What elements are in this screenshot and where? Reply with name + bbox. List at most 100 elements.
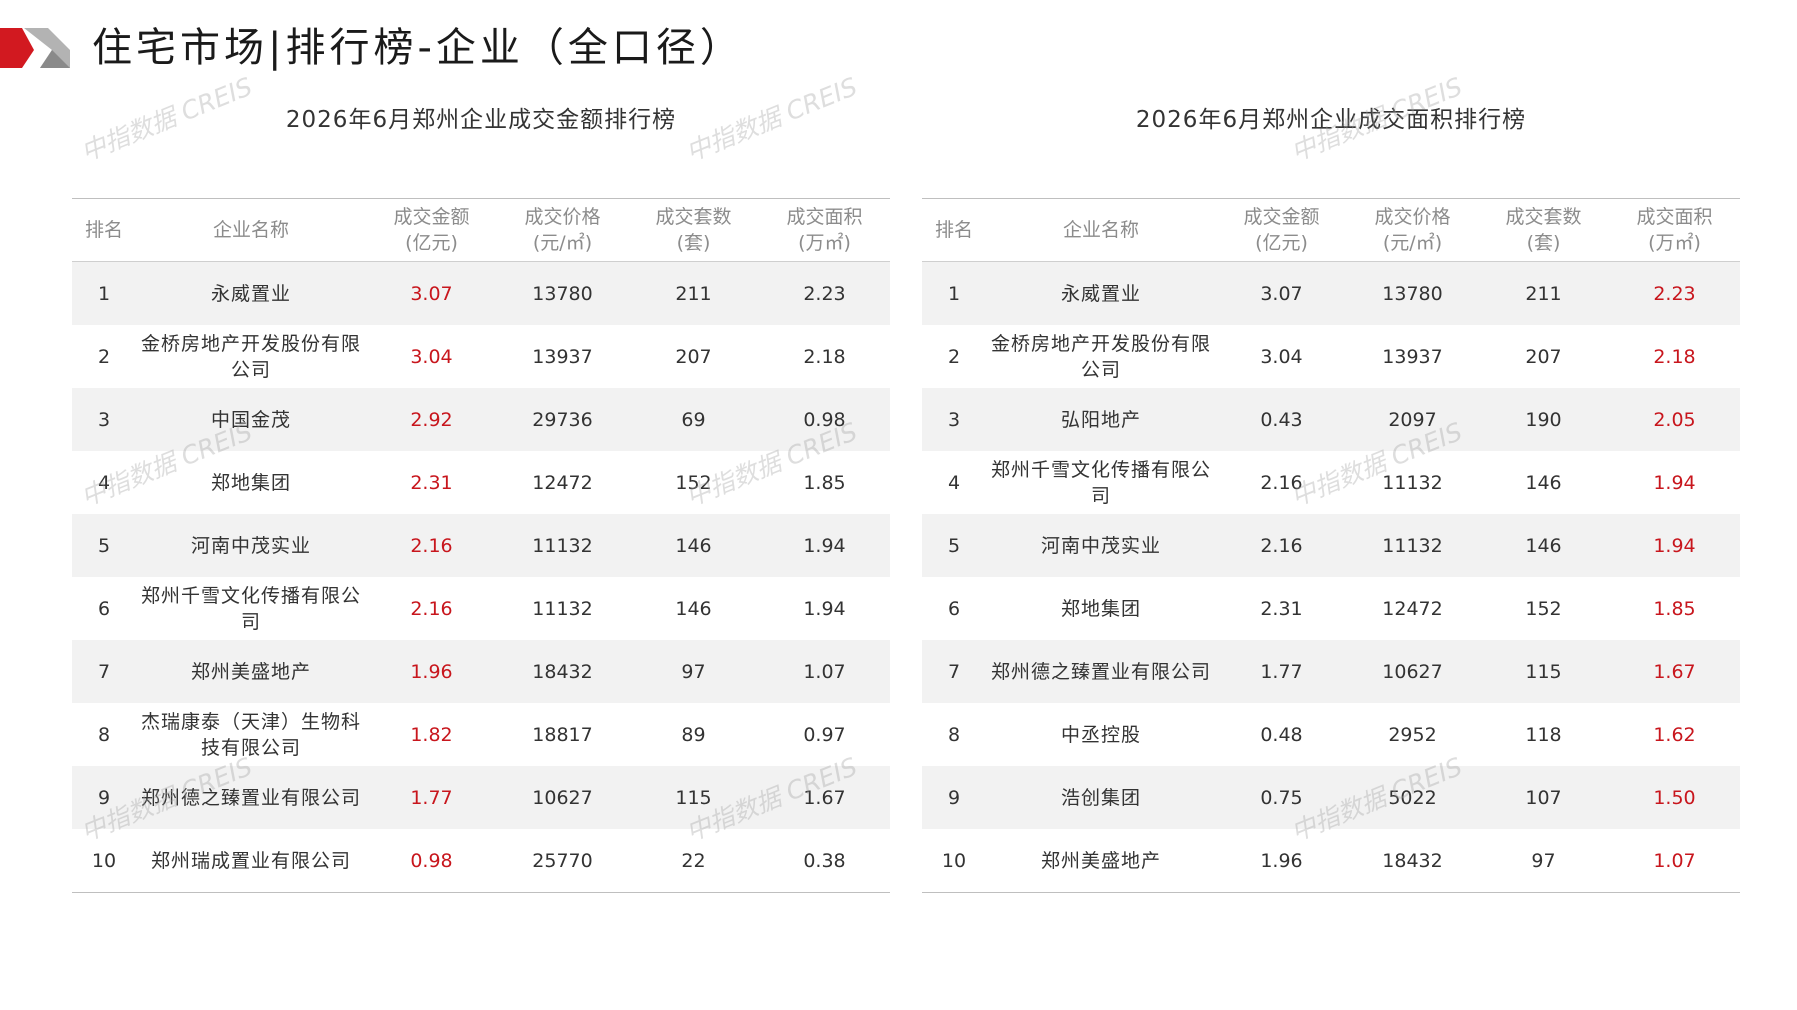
col-area-header: 成交面积 (万㎡)	[1609, 198, 1740, 262]
cell-amount: 2.92	[366, 388, 497, 451]
cell-rank: 8	[947, 723, 961, 746]
cell-price: 25770	[532, 849, 593, 872]
table-row: 2 金桥房地产开发股份有限公司 3.04 13937 207 2.18	[922, 325, 1740, 388]
cell-name: 中丞控股	[1060, 723, 1141, 746]
table-body: 1 永威置业 3.07 13780 211 2.23 2 金桥房地产开发股份有限公司 3.04 1…	[72, 261, 890, 893]
cell-area: 2.23	[759, 261, 890, 325]
cell-price: 10627	[497, 766, 628, 829]
cell-name: 郑州美盛地产	[1040, 849, 1161, 872]
cell-rank: 7	[922, 640, 986, 703]
cell-rank: 9	[72, 766, 136, 829]
cell-name: 永威置业	[986, 261, 1216, 325]
col-area-header: 成交面积 (万㎡)	[759, 198, 890, 262]
cell-rank: 9	[922, 766, 986, 829]
cell-units: 115	[1478, 640, 1609, 703]
cell-price: 29736	[497, 388, 628, 451]
cell-amount: 2.31	[1260, 597, 1303, 620]
cell-amount: 0.43	[1216, 388, 1347, 451]
cell-area: 2.23	[1609, 261, 1740, 325]
cell-amount: 3.07	[366, 261, 497, 325]
cell-price: 13937	[1382, 345, 1443, 368]
page-title: 住宅市场|排行榜-企业（全口径）	[92, 25, 744, 71]
cell-rank: 10	[941, 849, 967, 872]
cell-area: 1.94	[803, 597, 846, 620]
cell-area: 2.18	[1653, 345, 1696, 368]
cell-rank: 4	[97, 471, 111, 494]
cell-name: 郑地集团	[1060, 597, 1141, 620]
table-row: 5 河南中茂实业 2.16 11132 146 1.94	[922, 514, 1740, 577]
col-name-header: 企业名称	[986, 198, 1216, 262]
cell-amount: 1.96	[1260, 849, 1303, 872]
cell-name: 金桥房地产开发股份有限公司	[140, 332, 361, 381]
cell-units: 97	[628, 640, 759, 703]
corner-logo-icon	[0, 28, 70, 68]
cell-price: 10627	[1347, 640, 1478, 703]
cell-units: 211	[628, 261, 759, 325]
table-row: 5 河南中茂实业 2.16 11132 146 1.94	[72, 514, 890, 577]
cell-area: 1.67	[1609, 640, 1740, 703]
cell-name: 郑州瑞成置业有限公司	[150, 849, 351, 872]
cell-units: 89	[681, 723, 706, 746]
cell-area: 0.97	[803, 723, 846, 746]
cell-units: 211	[1478, 261, 1609, 325]
cell-amount: 2.16	[1216, 514, 1347, 577]
cell-name: 郑地集团	[210, 471, 291, 494]
table-row: 4 郑州千雪文化传播有限公司 2.16 11132 146 1.94	[922, 451, 1740, 514]
cell-amount: 2.16	[366, 514, 497, 577]
cell-rank: 1	[72, 261, 136, 325]
cell-rank: 7	[72, 640, 136, 703]
cell-area: 1.07	[759, 640, 890, 703]
cell-amount: 1.82	[410, 723, 453, 746]
cell-rank: 8	[97, 723, 111, 746]
area-ranking-panel: 2026年6月郑州企业成交面积排行榜 排名 企业名称 成交金额 (亿元) 成交价格…	[922, 100, 1740, 893]
cell-amount: 2.31	[410, 471, 453, 494]
col-price-header: 成交价格 (元/㎡)	[497, 198, 628, 262]
cell-amount: 0.48	[1260, 723, 1303, 746]
cell-area: 1.85	[1653, 597, 1696, 620]
cell-area: 2.18	[803, 345, 846, 368]
cell-rank: 2	[97, 345, 111, 368]
table-header: 排名 企业名称 成交金额 (亿元) 成交价格 (元/㎡) 成交套数 (套) 成交面积(…	[72, 198, 890, 262]
cell-units: 146	[1525, 471, 1562, 494]
cell-name: 河南中茂实业	[136, 514, 366, 577]
cell-name: 杰瑞康泰（天津）生物科技有限公司	[140, 710, 361, 759]
col-rank-header: 排名	[72, 198, 136, 262]
amount-ranking-panel: 2026年6月郑州企业成交金额排行榜 排名 企业名称 成交金额 (亿元) 成交价格…	[72, 100, 890, 893]
cell-name: 郑州千雪文化传播有限公司	[990, 458, 1211, 507]
cell-price: 18817	[532, 723, 593, 746]
area-ranking-table: 排名 企业名称 成交金额 (亿元) 成交价格 (元/㎡) 成交套数 (套) 成交面积(…	[922, 198, 1740, 893]
cell-name: 金桥房地产开发股份有限公司	[990, 332, 1211, 381]
col-amount-header: 成交金额 (亿元)	[1216, 198, 1347, 262]
table-body: 1 永威置业 3.07 13780 211 2.23 2 金桥房地产开发股份有限公司 3.04 1…	[922, 261, 1740, 893]
cell-area: 1.67	[759, 766, 890, 829]
cell-area: 1.94	[1609, 514, 1740, 577]
table-row: 9 浩创集团 0.75 5022 107 1.50	[922, 766, 1740, 829]
cell-area: 0.98	[759, 388, 890, 451]
cell-rank: 5	[72, 514, 136, 577]
cell-name: 弘阳地产	[986, 388, 1216, 451]
cell-units: 190	[1478, 388, 1609, 451]
col-rank-header: 排名	[922, 198, 986, 262]
cell-name: 郑州千雪文化传播有限公司	[140, 584, 361, 633]
cell-rank: 1	[922, 261, 986, 325]
amount-ranking-table: 排名 企业名称 成交金额 (亿元) 成交价格 (元/㎡) 成交套数 (套) 成交面积(…	[72, 198, 890, 893]
cell-units: 107	[1478, 766, 1609, 829]
cell-rank: 4	[947, 471, 961, 494]
cell-units: 118	[1525, 723, 1562, 746]
cell-rank: 5	[922, 514, 986, 577]
cell-units: 115	[628, 766, 759, 829]
cell-area: 1.62	[1653, 723, 1696, 746]
col-units-header: 成交套数 (套)	[628, 198, 759, 262]
table-row: 4 郑地集团 2.31 12472 152 1.85	[72, 451, 890, 514]
cell-units: 146	[628, 514, 759, 577]
table-row: 6 郑地集团 2.31 12472 152 1.85	[922, 577, 1740, 640]
cell-price: 18432	[497, 640, 628, 703]
table-row: 8 中丞控股 0.48 2952 118 1.62	[922, 703, 1740, 766]
table-row: 10 郑州瑞成置业有限公司 0.98 25770 22 0.38	[72, 829, 890, 893]
cell-units: 207	[1525, 345, 1562, 368]
table-row: 1 永威置业 3.07 13780 211 2.23	[922, 261, 1740, 325]
cell-name: 河南中茂实业	[986, 514, 1216, 577]
col-units-header: 成交套数 (套)	[1478, 198, 1609, 262]
cell-amount: 3.04	[1260, 345, 1303, 368]
cell-price: 12472	[532, 471, 593, 494]
